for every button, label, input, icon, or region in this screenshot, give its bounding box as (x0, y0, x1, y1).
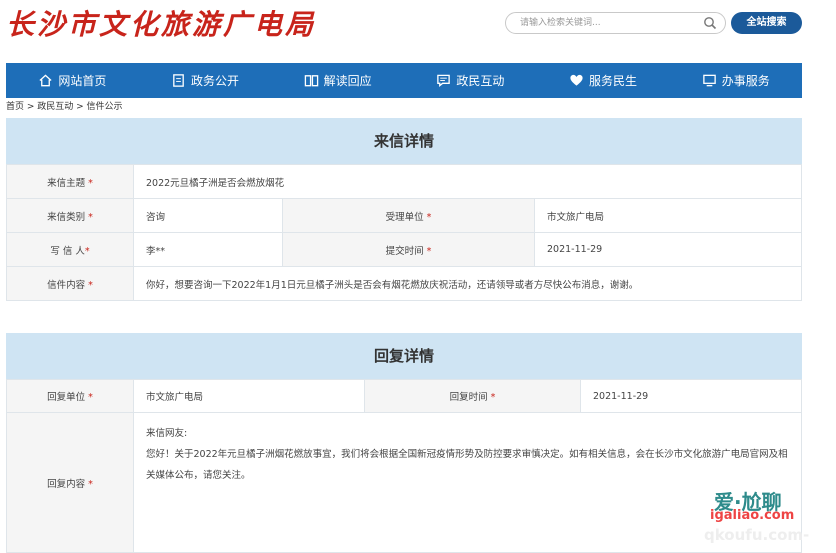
watermark: 爱·尬聊 igaliao.com qkoufu.com- (684, 486, 836, 553)
main-nav: 网站首页 政务公开 解读回应 政民互动 服务民生 办事服务 (6, 63, 802, 98)
nav-label: 服务民生 (589, 74, 638, 88)
nav-item-gov-affairs[interactable]: 政务公开 (139, 63, 272, 98)
writer-value: 李** (133, 232, 283, 267)
subject-label: 来信主题 * (6, 164, 134, 199)
submit-time-value: 2021-11-29 (534, 232, 802, 267)
nav-item-services[interactable]: 办事服务 (669, 63, 802, 98)
reply-details-panel: 回复详情 回复单位 * 市文旅广电局 回复时间 * 2021-11-29 回复内… (6, 333, 802, 553)
table-row: 写 信 人* 李** 提交时间 * 2021-11-29 (6, 232, 802, 267)
nav-label: 政民互动 (456, 74, 505, 88)
table-row: 回复单位 * 市文旅广电局 回复时间 * 2021-11-29 (6, 379, 802, 413)
reply-unit-label: 回复单位 * (6, 379, 134, 413)
letter-details-panel: 来信详情 来信主题 * 2022元旦橘子洲是否会燃放烟花 来信类别 * 咨询 受… (6, 118, 802, 301)
watermark-url: igaliao.com (710, 508, 795, 523)
content-value: 你好，想要咨询一下2022年1月1日元旦橘子洲头是否会有烟花燃放庆祝活动，还请领… (133, 266, 802, 301)
reply-details-table: 回复单位 * 市文旅广电局 回复时间 * 2021-11-29 回复内容 * 来… (6, 379, 802, 553)
handler-value: 市文旅广电局 (534, 198, 802, 233)
letter-details-title: 来信详情 (6, 118, 802, 164)
chat-icon (437, 74, 451, 88)
reply-time-value: 2021-11-29 (580, 379, 802, 413)
category-value: 咨询 (133, 198, 283, 233)
search-box (505, 12, 726, 34)
subject-value: 2022元旦橘子洲是否会燃放烟花 (133, 164, 802, 199)
handler-label: 受理单位 * (282, 198, 535, 233)
site-logo[interactable]: 长沙市文化旅游广电局 (6, 6, 316, 44)
watermark-url-secondary: qkoufu.com- (704, 526, 810, 544)
reply-greeting: 来信网友: (146, 428, 188, 439)
reply-details-title: 回复详情 (6, 333, 802, 379)
table-row: 信件内容 * 你好，想要咨询一下2022年1月1日元旦橘子洲头是否会有烟花燃放庆… (6, 266, 802, 301)
category-label: 来信类别 * (6, 198, 134, 233)
table-row: 来信主题 * 2022元旦橘子洲是否会燃放烟花 (6, 164, 802, 199)
writer-label: 写 信 人* (6, 232, 134, 267)
table-row: 回复内容 * 来信网友: 您好！关于2022年元旦橘子洲烟花燃放事宜，我们将会根… (6, 412, 802, 553)
nav-label: 政务公开 (191, 74, 240, 88)
nav-label: 网站首页 (58, 74, 107, 88)
reply-content-label: 回复内容 * (6, 412, 134, 553)
breadcrumb[interactable]: 首页 > 政民互动 > 信件公示 (6, 99, 123, 112)
computer-icon (702, 74, 716, 87)
search-input[interactable] (520, 13, 700, 33)
content-label: 信件内容 * (6, 266, 134, 301)
heart-hand-icon (570, 74, 583, 86)
reply-body-text: 您好！关于2022年元旦橘子洲烟花燃放事宜，我们将会根据全国新冠疫情形势及防控要… (146, 449, 788, 481)
search-icon[interactable] (703, 16, 717, 30)
reply-time-label: 回复时间 * (364, 379, 581, 413)
document-icon (173, 74, 184, 87)
nav-item-home[interactable]: 网站首页 (6, 63, 139, 98)
nav-item-interpretation[interactable]: 解读回应 (271, 63, 404, 98)
reply-unit-value: 市文旅广电局 (133, 379, 365, 413)
table-row: 来信类别 * 咨询 受理单位 * 市文旅广电局 (6, 198, 802, 233)
nav-item-livelihood[interactable]: 服务民生 (537, 63, 670, 98)
nav-label: 办事服务 (721, 74, 770, 88)
letter-details-table: 来信主题 * 2022元旦橘子洲是否会燃放烟花 来信类别 * 咨询 受理单位 *… (6, 164, 802, 301)
nav-item-interaction[interactable]: 政民互动 (404, 63, 537, 98)
book-icon (304, 75, 318, 87)
nav-label: 解读回应 (323, 74, 372, 88)
home-icon (39, 74, 52, 87)
site-search-button[interactable]: 全站搜索 (731, 12, 802, 34)
submit-time-label: 提交时间 * (282, 232, 535, 267)
